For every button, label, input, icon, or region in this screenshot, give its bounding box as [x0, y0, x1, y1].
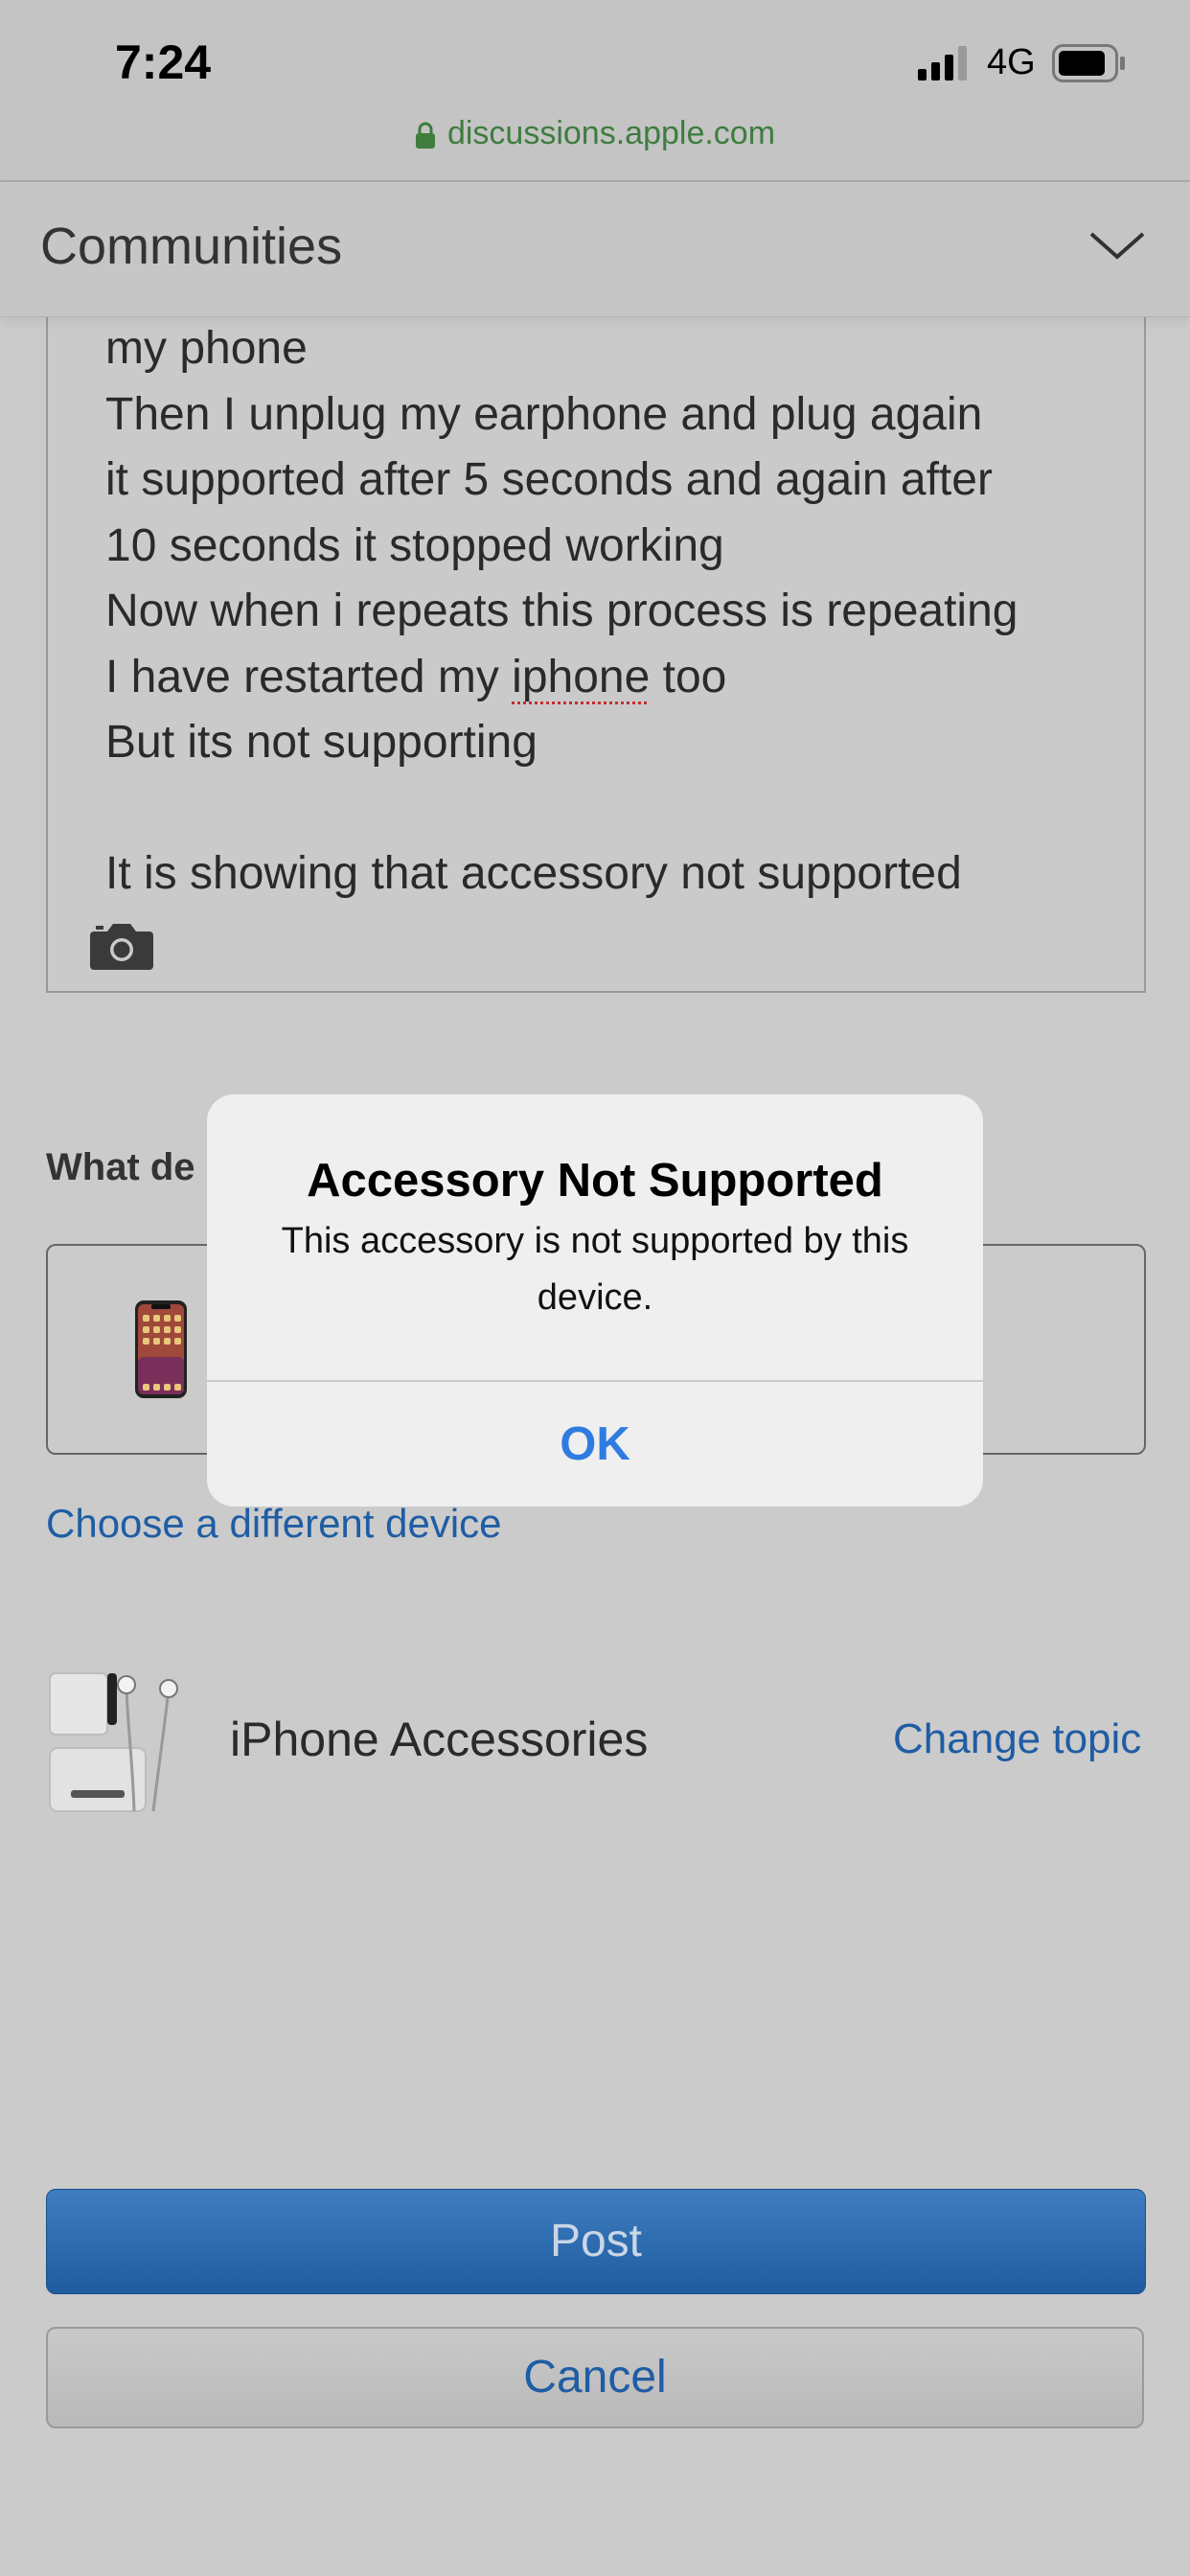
cancel-button[interactable]: Cancel: [46, 2327, 1144, 2428]
change-topic-link[interactable]: Change topic: [893, 1715, 1141, 1763]
post-button[interactable]: Post: [46, 2189, 1146, 2294]
editor-line: Then I unplug my earphone and plug again: [105, 388, 983, 440]
camera-icon[interactable]: [88, 920, 155, 972]
lock-icon: [415, 122, 435, 150]
editor-line: my phone: [105, 323, 308, 374]
status-time: 7:24: [115, 35, 212, 89]
alert-message: This accessory is not supported by this …: [281, 1221, 909, 1318]
editor-line: 10 seconds it stopped working: [105, 519, 724, 571]
battery-icon: [1052, 44, 1125, 82]
alert-ok-button[interactable]: OK: [207, 1382, 983, 1506]
address-bar[interactable]: discussions.apple.com: [0, 115, 1190, 159]
iphone-device-image: [135, 1300, 187, 1398]
editor-line-part: I have restarted my: [105, 651, 513, 702]
editor-text[interactable]: my phone Then I unplug my earphone and p…: [105, 316, 1121, 908]
status-bar: 7:24 4G discussions.apple.com: [0, 0, 1190, 180]
editor-line-part: too: [650, 651, 727, 702]
editor-line: But its not supporting: [105, 717, 538, 768]
editor-blank-line: [105, 776, 1121, 842]
url-text: discussions.apple.com: [446, 115, 776, 151]
choose-different-device-link[interactable]: Choose a different device: [46, 1501, 502, 1547]
device-question-label: What de: [46, 1146, 195, 1188]
alert-title: Accessory Not Supported: [307, 1155, 883, 1207]
chevron-down-icon[interactable]: [1088, 228, 1146, 263]
communities-title[interactable]: Communities: [40, 217, 342, 276]
misspelled-word[interactable]: iphone: [512, 652, 650, 702]
network-type: 4G: [987, 42, 1036, 82]
editor-line: it supported after 5 seconds and again a…: [105, 454, 993, 505]
topic-name: iPhone Accessories: [230, 1713, 649, 1766]
accessory-alert-dialog: Accessory Not Supported This accessory i…: [207, 1094, 983, 1506]
communities-header[interactable]: Communities: [0, 182, 1190, 317]
editor-line: I have restarted my iphone too: [105, 645, 1121, 711]
cellular-signal-icon: [918, 46, 967, 80]
question-editor[interactable]: my phone Then I unplug my earphone and p…: [46, 288, 1146, 993]
iphone-accessories-image: [49, 1672, 178, 1812]
editor-line: Now when i repeats this process is repea…: [105, 586, 1018, 636]
editor-line: It is showing that accessory not support…: [105, 848, 962, 899]
